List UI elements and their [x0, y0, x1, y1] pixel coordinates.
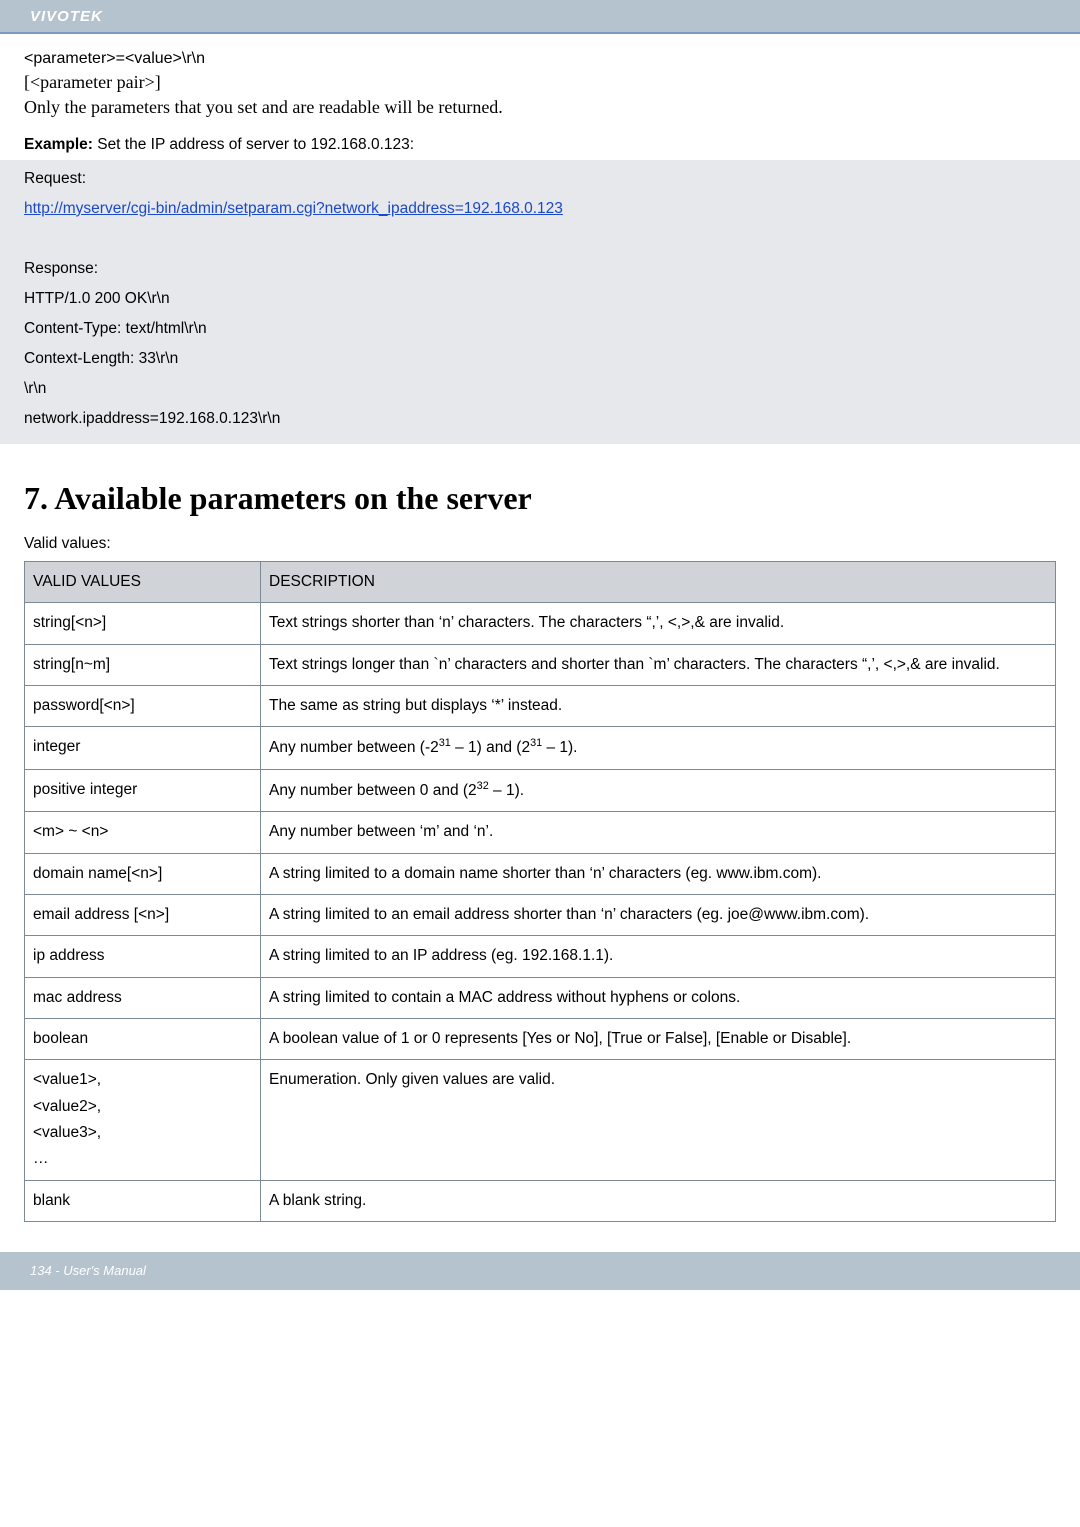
table-cell-right: Enumeration. Only given values are valid…	[261, 1060, 1056, 1180]
table-cell-right: A string limited to an IP address (eg. 1…	[261, 936, 1056, 977]
table-cell-right: Any number between ‘m’ and ‘n’.	[261, 812, 1056, 853]
table-cell-right: A blank string.	[261, 1180, 1056, 1221]
table-cell-left: <value1>,<value2>,<value3>,…	[25, 1060, 261, 1180]
request-label: Request:	[10, 164, 1070, 194]
brand-label: VIVOTEK	[30, 8, 103, 25]
response-label: Response:	[10, 254, 1070, 284]
table-row: booleanA boolean value of 1 or 0 represe…	[25, 1019, 1056, 1060]
table-cell-left: integer	[25, 727, 261, 770]
response-line-1: Content-Type: text/html\r\n	[10, 314, 1070, 344]
valid-values-table: VALID VALUES DESCRIPTION string[<n>]Text…	[24, 561, 1056, 1222]
lead-line-3: Only the parameters that you set and are…	[24, 97, 1056, 118]
table-row: string[<n>]Text strings shorter than ‘n’…	[25, 603, 1056, 644]
request-url-row: http://myserver/cgi-bin/admin/setparam.c…	[10, 194, 1070, 224]
table-row: mac addressA string limited to contain a…	[25, 977, 1056, 1018]
table-cell-right: A string limited to a domain name shorte…	[261, 853, 1056, 894]
table-row: <m> ~ <n>Any number between ‘m’ and ‘n’.	[25, 812, 1056, 853]
response-line-3: \r\n	[10, 374, 1070, 404]
table-row: email address [<n>]A string limited to a…	[25, 895, 1056, 936]
table-cell-right: A boolean value of 1 or 0 represents [Ye…	[261, 1019, 1056, 1060]
table-header-row: VALID VALUES DESCRIPTION	[25, 562, 1056, 603]
table-cell-left: ip address	[25, 936, 261, 977]
response-line-0: HTTP/1.0 200 OK\r\n	[10, 284, 1070, 314]
table-row: blankA blank string.	[25, 1180, 1056, 1221]
table-cell-right: A string limited to an email address sho…	[261, 895, 1056, 936]
lead-line-1: <parameter>=<value>\r\n	[24, 50, 1056, 68]
response-line-2: Context-Length: 33\r\n	[10, 344, 1070, 374]
example-label: Example: Set the IP address of server to…	[24, 136, 1056, 154]
table-row: domain name[<n>]A string limited to a do…	[25, 853, 1056, 894]
table-cell-right: Any number between 0 and (232 – 1).	[261, 769, 1056, 812]
table-cell-right: Text strings shorter than ‘n’ characters…	[261, 603, 1056, 644]
valid-values-label: Valid values:	[24, 535, 1056, 553]
table-cell-left: string[<n>]	[25, 603, 261, 644]
footer-text: 134 - User's Manual	[30, 1263, 146, 1278]
page-footer-bar: 134 - User's Manual	[0, 1252, 1080, 1290]
table-cell-left: domain name[<n>]	[25, 853, 261, 894]
table-header-left: VALID VALUES	[25, 562, 261, 603]
table-row: <value1>,<value2>,<value3>,…Enumeration.…	[25, 1060, 1056, 1180]
table-cell-left: mac address	[25, 977, 261, 1018]
table-cell-right: Any number between (-231 – 1) and (231 –…	[261, 727, 1056, 770]
table-cell-left: boolean	[25, 1019, 261, 1060]
table-cell-left: string[n~m]	[25, 644, 261, 685]
page-content: <parameter>=<value>\r\n [<parameter pair…	[0, 34, 1080, 1222]
table-row: string[n~m]Text strings longer than `n’ …	[25, 644, 1056, 685]
table-row: ip addressA string limited to an IP addr…	[25, 936, 1056, 977]
table-cell-right: Text strings longer than `n’ characters …	[261, 644, 1056, 685]
table-cell-left: password[<n>]	[25, 686, 261, 727]
request-url-link[interactable]: http://myserver/cgi-bin/admin/setparam.c…	[24, 200, 563, 217]
example-box: Request: http://myserver/cgi-bin/admin/s…	[0, 160, 1080, 444]
table-row: integerAny number between (-231 – 1) and…	[25, 727, 1056, 770]
lead-line-2: [<parameter pair>]	[24, 72, 1056, 93]
table-row: password[<n>]The same as string but disp…	[25, 686, 1056, 727]
table-cell-left: <m> ~ <n>	[25, 812, 261, 853]
table-cell-right: The same as string but displays ‘*’ inst…	[261, 686, 1056, 727]
example-label-prefix: Example:	[24, 136, 93, 153]
table-cell-left: email address [<n>]	[25, 895, 261, 936]
section-heading: 7. Available parameters on the server	[24, 480, 1056, 517]
page-header-bar: VIVOTEK	[0, 0, 1080, 34]
table-cell-left: positive integer	[25, 769, 261, 812]
table-cell-right: A string limited to contain a MAC addres…	[261, 977, 1056, 1018]
spacer-row	[10, 224, 1070, 254]
table-cell-left: blank	[25, 1180, 261, 1221]
table-header-right: DESCRIPTION	[261, 562, 1056, 603]
response-line-4: network.ipaddress=192.168.0.123\r\n	[10, 404, 1070, 434]
table-row: positive integerAny number between 0 and…	[25, 769, 1056, 812]
example-label-rest: Set the IP address of server to 192.168.…	[93, 136, 414, 153]
